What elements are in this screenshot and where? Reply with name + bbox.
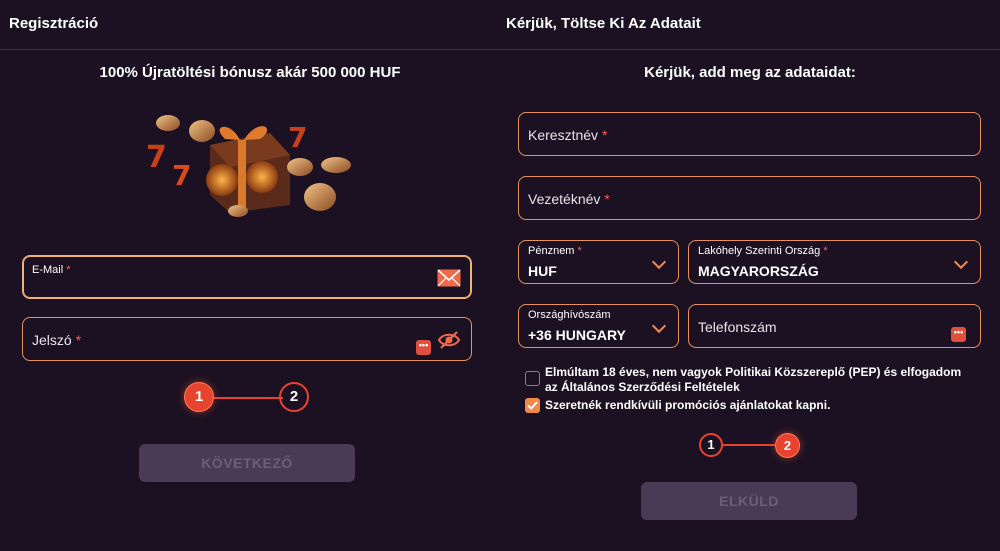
- dial-code-value: +36 HUNGARY: [528, 327, 626, 343]
- details-header: Kérjük, Töltse Ki Az Adatait: [500, 0, 1000, 50]
- next-button[interactable]: KÖVETKEZŐ: [139, 444, 355, 482]
- promo-text: Szeretnék rendkívüli promóciós ajánlatok…: [545, 398, 831, 412]
- page-title: Regisztráció: [9, 15, 99, 32]
- country-select[interactable]: Lakóhely Szerinti Ország * MAGYARORSZÁG: [688, 240, 981, 284]
- svg-text:7: 7: [172, 159, 191, 192]
- dial-code-label: Országhívószám: [528, 309, 611, 321]
- step-1-indicator: 1: [184, 382, 214, 412]
- chevron-down-icon: [651, 318, 667, 334]
- email-field[interactable]: E-Mail *: [22, 255, 472, 299]
- more-dots-icon[interactable]: •••: [951, 327, 966, 342]
- bonus-gift-illustration: 7 7 7: [146, 115, 351, 217]
- first-name-label: Keresztnév *: [528, 127, 608, 143]
- phone-label: Telefonszám: [698, 319, 777, 335]
- password-label: Jelszó *: [32, 332, 82, 348]
- step-2-indicator: 2: [775, 433, 800, 458]
- details-title: Kérjük, Töltse Ki Az Adatait: [506, 15, 701, 32]
- registration-header: Regisztráció: [0, 0, 500, 50]
- envelope-icon: [437, 269, 461, 287]
- registration-panel: Regisztráció 100% Újratöltési bónusz aká…: [0, 0, 500, 551]
- step-2-indicator: 2: [279, 382, 309, 412]
- step-1-indicator: 1: [699, 433, 723, 457]
- phone-field[interactable]: Telefonszám •••: [688, 304, 981, 348]
- currency-select[interactable]: Pénznem * HUF: [518, 240, 679, 284]
- last-name-field[interactable]: Vezetéknév *: [518, 176, 981, 220]
- currency-value: HUF: [528, 263, 557, 279]
- step-connector: [721, 444, 779, 446]
- chevron-down-icon: [953, 254, 969, 270]
- bonus-heading: 100% Újratöltési bónusz akár 500 000 HUF: [99, 64, 401, 81]
- checkmark-icon: [527, 401, 538, 410]
- email-label: E-Mail *: [32, 264, 71, 276]
- details-heading: Kérjük, add meg az adataidat:: [644, 64, 856, 81]
- details-panel: Kérjük, Töltse Ki Az Adatait Kérjük, add…: [500, 0, 1000, 551]
- step-connector: [213, 397, 283, 399]
- more-dots-icon[interactable]: •••: [416, 340, 431, 355]
- dial-code-select[interactable]: Országhívószám +36 HUNGARY: [518, 304, 679, 348]
- chevron-down-icon: [651, 254, 667, 270]
- last-name-label: Vezetéknév *: [528, 191, 610, 207]
- first-name-field[interactable]: Keresztnév *: [518, 112, 981, 156]
- promo-checkbox[interactable]: [525, 398, 540, 413]
- terms-checkbox[interactable]: [525, 371, 540, 386]
- eye-off-icon[interactable]: [437, 330, 461, 350]
- terms-text: Elmúltam 18 éves, nem vagyok Politikai K…: [545, 365, 962, 394]
- currency-label: Pénznem *: [528, 245, 582, 257]
- svg-text:7: 7: [288, 121, 307, 154]
- country-label: Lakóhely Szerinti Ország *: [698, 245, 828, 257]
- svg-text:7: 7: [146, 140, 167, 175]
- password-field[interactable]: Jelszó * •••: [22, 317, 472, 361]
- submit-button[interactable]: ELKÜLD: [641, 482, 857, 520]
- country-value: MAGYARORSZÁG: [698, 263, 819, 279]
